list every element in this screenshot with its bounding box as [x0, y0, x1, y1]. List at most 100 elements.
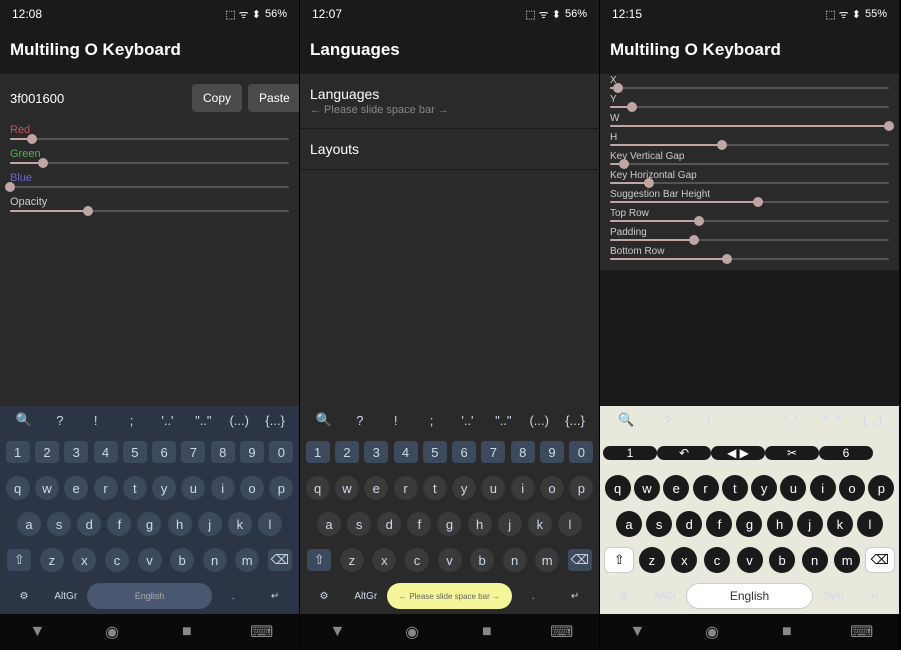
letter-key[interactable]: u: [779, 475, 808, 501]
letter-key[interactable]: h: [465, 512, 495, 536]
slider-w[interactable]: W: [600, 112, 899, 131]
letter-key[interactable]: a: [314, 512, 344, 536]
letter-key[interactable]: e: [362, 476, 391, 500]
slider-bottom-row[interactable]: Bottom Row: [600, 245, 899, 264]
number-key[interactable]: 5: [120, 441, 149, 463]
suggestion-key[interactable]: "..": [185, 413, 221, 428]
letter-key[interactable]: f: [704, 511, 734, 537]
letter-key[interactable]: w: [332, 476, 361, 500]
suggestion-key[interactable]: ;: [114, 413, 150, 428]
letter-key[interactable]: t: [420, 476, 449, 500]
letter-key[interactable]: x: [68, 548, 101, 572]
number-key[interactable]: 3: [62, 441, 91, 463]
letter-key[interactable]: p: [267, 476, 296, 500]
slider-blue[interactable]: Blue: [0, 170, 299, 194]
letter-key[interactable]: n: [498, 548, 531, 572]
back-icon[interactable]: ▼: [328, 623, 346, 641]
enter-key[interactable]: ↵: [254, 591, 296, 602]
suggestion-key[interactable]: !: [378, 413, 414, 428]
suggestion-key[interactable]: ;: [414, 413, 450, 428]
paste-button[interactable]: Paste: [248, 84, 299, 112]
number-key[interactable]: 6: [449, 441, 478, 463]
slider-key-horizontal-gap[interactable]: Key Horizontal Gap: [600, 169, 899, 188]
hex-input[interactable]: [10, 91, 186, 106]
suggestion-key[interactable]: ;: [729, 413, 770, 428]
letter-key[interactable]: j: [195, 512, 225, 536]
suggestion-key[interactable]: {...}: [257, 413, 293, 428]
letter-key[interactable]: q: [303, 476, 332, 500]
top-key[interactable]: 6: [819, 445, 873, 460]
number-key[interactable]: 5: [420, 441, 449, 463]
number-key[interactable]: 1: [303, 441, 332, 463]
keyboard[interactable]: 🔍?!;'..'".."(...)1↶◀ ▶✂6 qwertyuiopasdfg…: [600, 406, 899, 614]
letter-key[interactable]: c: [701, 547, 734, 573]
letter-key[interactable]: b: [466, 548, 499, 572]
letter-key[interactable]: s: [44, 512, 74, 536]
suggestion-key[interactable]: 🔍: [606, 412, 647, 428]
slider-y[interactable]: Y: [600, 93, 899, 112]
ime-icon[interactable]: ⌨: [253, 623, 271, 641]
letter-key[interactable]: i: [808, 475, 837, 501]
suggestion-key[interactable]: ?: [647, 413, 688, 428]
letter-key[interactable]: h: [765, 511, 795, 537]
altgr-key[interactable]: AltGr: [645, 591, 687, 602]
number-key[interactable]: 9: [237, 441, 266, 463]
letter-key[interactable]: d: [74, 512, 104, 536]
letter-key[interactable]: d: [674, 511, 704, 537]
number-key[interactable]: 1: [3, 441, 32, 463]
letter-key[interactable]: q: [3, 476, 32, 500]
letter-key[interactable]: g: [434, 512, 464, 536]
suggestion-key[interactable]: (...): [852, 413, 893, 428]
letter-key[interactable]: m: [531, 548, 564, 572]
number-key[interactable]: 8: [208, 441, 237, 463]
letter-key[interactable]: f: [404, 512, 434, 536]
suggestion-key[interactable]: 🔍: [306, 412, 342, 428]
letter-key[interactable]: l: [555, 512, 585, 536]
letter-key[interactable]: v: [733, 547, 766, 573]
letter-key[interactable]: g: [134, 512, 164, 536]
settings-key[interactable]: ⚙: [603, 591, 645, 602]
number-key[interactable]: 3: [362, 441, 391, 463]
copy-button[interactable]: Copy: [192, 84, 242, 112]
period-key[interactable]: Sym: [813, 591, 855, 602]
home-icon[interactable]: ◉: [103, 623, 121, 641]
suggestion-row[interactable]: 🔍?!;'..'".."(...): [600, 406, 899, 434]
enter-key[interactable]: ↵: [554, 591, 596, 602]
backspace-key[interactable]: ⌫: [564, 549, 597, 571]
shift-key[interactable]: ⇧: [603, 547, 636, 573]
number-key[interactable]: 6: [149, 441, 178, 463]
suggestion-key[interactable]: !: [688, 413, 729, 428]
letter-key[interactable]: o: [537, 476, 566, 500]
keyboard[interactable]: 🔍?!;'..'".."(...){...}1234567890qwertyui…: [300, 406, 599, 614]
letter-key[interactable]: i: [208, 476, 237, 500]
list-item[interactable]: Layouts: [300, 129, 599, 170]
letter-key[interactable]: m: [231, 548, 264, 572]
altgr-key[interactable]: AltGr: [45, 591, 87, 602]
top-key[interactable]: 1: [603, 445, 657, 460]
letter-key[interactable]: l: [255, 512, 285, 536]
letter-key[interactable]: z: [636, 547, 669, 573]
top-key[interactable]: ◀ ▶: [711, 445, 765, 460]
letter-key[interactable]: s: [644, 511, 674, 537]
ime-icon[interactable]: ⌨: [553, 623, 571, 641]
letter-key[interactable]: s: [344, 512, 374, 536]
slider-green[interactable]: Green: [0, 146, 299, 170]
suggestion-key[interactable]: '..': [150, 413, 186, 428]
settings-key[interactable]: ⚙: [3, 591, 45, 602]
slider-x[interactable]: X: [600, 74, 899, 93]
number-key[interactable]: 2: [32, 441, 61, 463]
letter-key[interactable]: g: [734, 511, 764, 537]
number-key[interactable]: 4: [91, 441, 120, 463]
ime-icon[interactable]: ⌨: [853, 623, 871, 641]
letter-key[interactable]: y: [749, 475, 778, 501]
letter-key[interactable]: o: [237, 476, 266, 500]
slider-opacity[interactable]: Opacity: [0, 194, 299, 218]
back-icon[interactable]: ▼: [628, 623, 646, 641]
letter-key[interactable]: o: [837, 475, 866, 501]
suggestion-row[interactable]: 🔍?!;'..'".."(...){...}: [0, 406, 299, 434]
slider-top-row[interactable]: Top Row: [600, 207, 899, 226]
letter-key[interactable]: f: [104, 512, 134, 536]
letter-key[interactable]: k: [525, 512, 555, 536]
home-icon[interactable]: ◉: [403, 623, 421, 641]
letter-key[interactable]: y: [449, 476, 478, 500]
